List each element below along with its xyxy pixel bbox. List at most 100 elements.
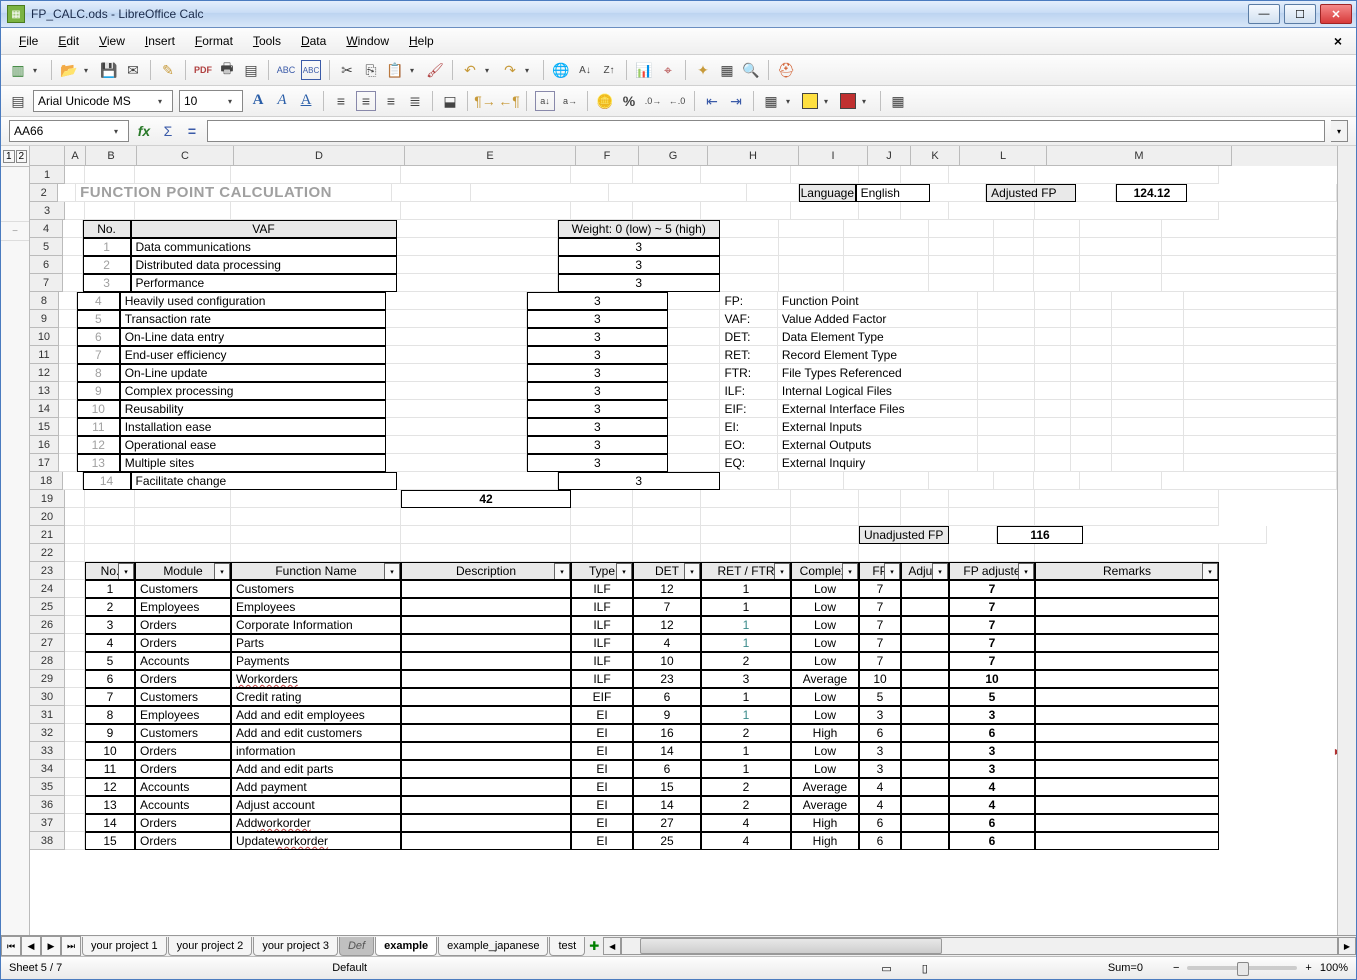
- menu-edit[interactable]: Edit: [48, 30, 89, 52]
- cell[interactable]: [386, 292, 527, 310]
- cell[interactable]: Module▾: [135, 562, 231, 580]
- cell[interactable]: 10: [633, 652, 701, 670]
- cell[interactable]: 6: [85, 670, 135, 688]
- cell[interactable]: [1112, 292, 1184, 310]
- cell[interactable]: [720, 220, 779, 238]
- cell[interactable]: [779, 256, 844, 274]
- cell[interactable]: [401, 526, 571, 544]
- cell[interactable]: [401, 742, 571, 760]
- cell[interactable]: English: [856, 184, 930, 202]
- cell[interactable]: [1080, 238, 1162, 256]
- cell[interactable]: [65, 670, 85, 688]
- cell[interactable]: [701, 508, 791, 526]
- filter-dropdown-icon[interactable]: ▾: [118, 563, 134, 580]
- cell[interactable]: [397, 220, 558, 238]
- cell[interactable]: EI: [571, 742, 633, 760]
- cell[interactable]: [386, 418, 527, 436]
- save-icon[interactable]: 💾: [100, 61, 118, 79]
- cell[interactable]: [65, 778, 85, 796]
- cell[interactable]: [978, 328, 1035, 346]
- cell[interactable]: [1035, 328, 1071, 346]
- menu-format[interactable]: Format: [185, 30, 243, 52]
- cell[interactable]: [1112, 310, 1184, 328]
- cell[interactable]: 3: [527, 454, 668, 472]
- cell[interactable]: EI: [571, 724, 633, 742]
- cell[interactable]: [65, 508, 85, 526]
- row-header[interactable]: 34: [30, 760, 65, 778]
- row-header[interactable]: 22: [30, 544, 65, 562]
- cell[interactable]: [901, 544, 949, 562]
- cell[interactable]: [1035, 166, 1219, 184]
- cell[interactable]: 3: [527, 328, 668, 346]
- cell[interactable]: Value Added Factor: [778, 310, 978, 328]
- cell[interactable]: 3: [558, 238, 720, 256]
- cell[interactable]: [791, 166, 859, 184]
- cell[interactable]: [85, 166, 135, 184]
- cell[interactable]: [65, 562, 85, 580]
- cell[interactable]: [844, 256, 930, 274]
- menu-help[interactable]: Help: [399, 30, 444, 52]
- row-header[interactable]: 14: [30, 400, 59, 418]
- cell[interactable]: [571, 490, 633, 508]
- cell[interactable]: Orders: [135, 742, 231, 760]
- cell[interactable]: No.: [83, 220, 131, 238]
- cell[interactable]: 2: [85, 598, 135, 616]
- cell[interactable]: 1: [701, 688, 791, 706]
- cell[interactable]: 3: [85, 616, 135, 634]
- cell[interactable]: [668, 418, 720, 436]
- cell[interactable]: 7: [859, 652, 901, 670]
- cell[interactable]: [1162, 238, 1337, 256]
- cell[interactable]: [668, 382, 720, 400]
- cell[interactable]: EI: [571, 796, 633, 814]
- cell[interactable]: Unadjusted FP: [859, 526, 949, 544]
- cell[interactable]: ILF: [571, 634, 633, 652]
- cell[interactable]: [978, 382, 1035, 400]
- cell[interactable]: [1112, 346, 1184, 364]
- cell[interactable]: 1: [701, 580, 791, 598]
- cell[interactable]: Data communications: [131, 238, 397, 256]
- row-header[interactable]: 11: [30, 346, 59, 364]
- cell[interactable]: [65, 832, 85, 850]
- row-header[interactable]: 35: [30, 778, 65, 796]
- status-signature-icon[interactable]: ▯: [922, 962, 928, 975]
- cell[interactable]: [135, 490, 231, 508]
- cell[interactable]: [668, 292, 720, 310]
- cell[interactable]: [1076, 184, 1116, 202]
- cell[interactable]: [901, 760, 949, 778]
- cell[interactable]: [901, 724, 949, 742]
- outline-collapse-icon[interactable]: −: [1, 222, 29, 241]
- cell[interactable]: [63, 472, 82, 490]
- cell[interactable]: High: [791, 832, 859, 850]
- cell[interactable]: [791, 490, 859, 508]
- col-header-D[interactable]: D: [234, 146, 405, 166]
- cell[interactable]: [901, 508, 949, 526]
- cell[interactable]: Installation ease: [120, 418, 386, 436]
- outline-gutter[interactable]: 1 2 −: [1, 146, 30, 935]
- cell[interactable]: [1071, 400, 1112, 418]
- grid-area[interactable]: ABCDEFGHIJKLM 12FUNCTION POINT CALCULATI…: [30, 146, 1337, 935]
- paste-dropdown-icon[interactable]: ▾: [410, 66, 420, 75]
- cell[interactable]: 3: [558, 472, 720, 490]
- cell[interactable]: [1162, 274, 1337, 292]
- cell[interactable]: 42: [401, 490, 571, 508]
- cell[interactable]: [1035, 670, 1219, 688]
- cell[interactable]: [978, 418, 1035, 436]
- cell[interactable]: [1035, 400, 1071, 418]
- cell[interactable]: [401, 778, 571, 796]
- col-header-F[interactable]: F: [576, 146, 639, 166]
- cell[interactable]: [1080, 220, 1162, 238]
- font-color-icon[interactable]: [840, 93, 856, 109]
- cell[interactable]: [397, 256, 558, 274]
- pdf-export-icon[interactable]: PDF: [194, 61, 212, 79]
- cell[interactable]: [1112, 400, 1184, 418]
- cell[interactable]: [901, 742, 949, 760]
- fontcolor-dd-icon[interactable]: ▾: [862, 97, 872, 106]
- cell[interactable]: Payments: [231, 652, 401, 670]
- row-header[interactable]: 12: [30, 364, 59, 382]
- cell[interactable]: [1112, 436, 1184, 454]
- cell[interactable]: Adjust account: [231, 796, 401, 814]
- cell[interactable]: [949, 202, 1035, 220]
- cell[interactable]: [668, 436, 720, 454]
- cell[interactable]: 2: [701, 778, 791, 796]
- cell[interactable]: [1071, 292, 1112, 310]
